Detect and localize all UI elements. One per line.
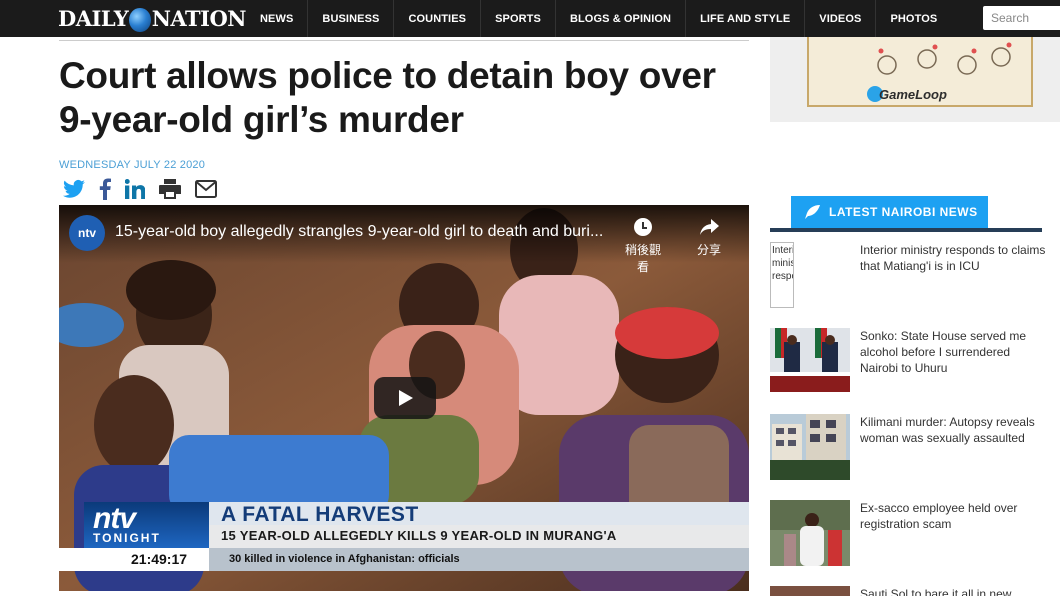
news-thumbnail[interactable] bbox=[770, 500, 850, 566]
lower-third-subheadline: 15 YEAR-OLD ALLEGEDLY KILLS 9 YEAR-OLD I… bbox=[221, 528, 617, 543]
watch-later-button[interactable]: 稍後觀看 bbox=[621, 217, 665, 275]
nav-photos[interactable]: PHOTOS bbox=[875, 0, 951, 37]
search-input[interactable]: Search bbox=[983, 6, 1060, 30]
globe-icon bbox=[129, 7, 151, 32]
email-icon[interactable] bbox=[195, 180, 217, 198]
logo-text-left: DAILY bbox=[58, 6, 129, 31]
play-button[interactable] bbox=[374, 377, 436, 419]
news-item-title[interactable]: Kilimani murder: Autopsy reveals woman w… bbox=[860, 414, 1048, 446]
video-player[interactable]: ntv 15-year-old boy allegedly strangles … bbox=[59, 205, 749, 591]
article-date: WEDNESDAY JULY 22 2020 bbox=[59, 159, 206, 171]
ad-brand: GameLoop bbox=[879, 87, 947, 102]
nav-counties[interactable]: COUNTIES bbox=[393, 0, 480, 37]
news-item-title[interactable]: Sauti Sol to bare it all in new bbox=[860, 586, 1048, 596]
site-logo[interactable]: DAILY NATION bbox=[0, 0, 247, 37]
latest-news-underline bbox=[770, 228, 1042, 232]
facebook-icon[interactable] bbox=[99, 178, 111, 200]
news-thumbnail[interactable] bbox=[770, 328, 850, 392]
share-arrow-icon bbox=[700, 219, 719, 235]
clock-icon bbox=[634, 218, 652, 236]
advertisement[interactable]: GameLoop bbox=[770, 37, 1060, 122]
video-title[interactable]: 15-year-old boy allegedly strangles 9-ye… bbox=[115, 223, 603, 241]
top-navigation-bar: DAILY NATION NEWS BUSINESS COUNTIES SPOR… bbox=[0, 0, 1060, 37]
news-thumbnail[interactable] bbox=[770, 586, 850, 596]
nav-news[interactable]: NEWS bbox=[246, 0, 307, 37]
main-nav: NEWS BUSINESS COUNTIES SPORTS BLOGS & OP… bbox=[246, 0, 951, 37]
feather-icon bbox=[805, 205, 820, 219]
news-thumbnail[interactable] bbox=[770, 414, 850, 480]
channel-badge[interactable]: ntv bbox=[69, 215, 105, 251]
news-item-title[interactable]: Ex-sacco employee held over registration… bbox=[860, 500, 1048, 532]
ad-banner: GameLoop bbox=[807, 37, 1033, 107]
divider bbox=[59, 40, 749, 41]
nav-blogs-opinion[interactable]: BLOGS & OPINION bbox=[554, 0, 685, 37]
latest-nairobi-news-label: LATEST NAIROBI NEWS bbox=[829, 205, 978, 219]
linkedin-icon[interactable] bbox=[125, 179, 145, 199]
share-bar bbox=[63, 178, 217, 200]
article-headline: Court allows police to detain boy over 9… bbox=[59, 55, 716, 140]
nav-business[interactable]: BUSINESS bbox=[307, 0, 393, 37]
watch-later-label: 稍後觀看 bbox=[624, 243, 661, 274]
news-ticker: 30 killed in violence in Afghanistan: of… bbox=[229, 553, 460, 565]
broadcast-clock: 21:49:17 bbox=[131, 551, 188, 567]
lower-third-headline: A FATAL HARVEST bbox=[221, 503, 419, 526]
play-icon bbox=[399, 390, 413, 406]
ad-illustration bbox=[877, 42, 1012, 75]
nav-life-and-style[interactable]: LIFE AND STYLE bbox=[685, 0, 804, 37]
share-video-label: 分享 bbox=[696, 243, 721, 257]
nav-sports[interactable]: SPORTS bbox=[480, 0, 555, 37]
latest-nairobi-news-tab[interactable]: LATEST NAIROBI NEWS bbox=[791, 196, 988, 228]
broadcast-lower-third: ntv TONIGHT A FATAL HARVEST 15 YEAR-OLD … bbox=[59, 500, 749, 591]
twitter-icon[interactable] bbox=[63, 179, 85, 199]
show-sub: TONIGHT bbox=[93, 531, 161, 545]
news-item-title[interactable]: Sonko: State House served me alcohol bef… bbox=[860, 328, 1048, 376]
news-item-title[interactable]: Interior ministry responds to claims tha… bbox=[860, 242, 1048, 274]
print-icon[interactable] bbox=[159, 179, 181, 199]
logo-text-right: NATION bbox=[151, 6, 247, 31]
nav-videos[interactable]: VIDEOS bbox=[804, 0, 875, 37]
share-video-button[interactable]: 分享 bbox=[687, 217, 731, 258]
broken-thumbnail[interactable]: Interior ministry responds bbox=[770, 242, 794, 308]
